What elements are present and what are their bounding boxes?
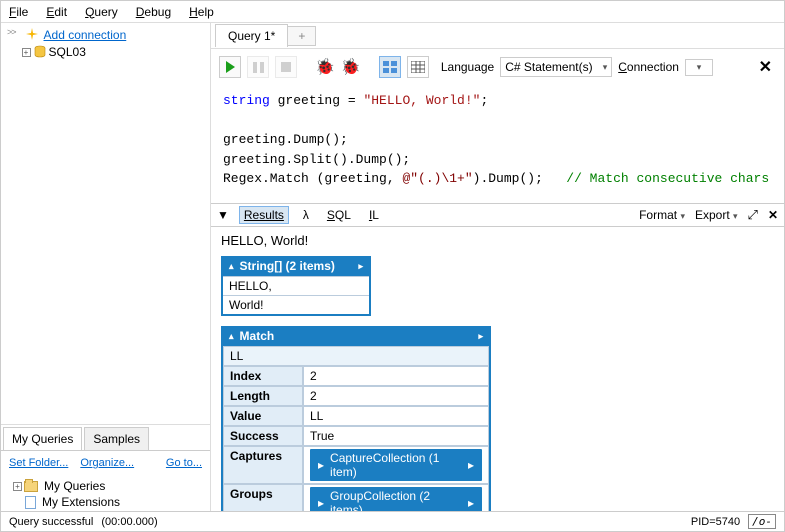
collapse-chevrons-icon[interactable]: >>	[5, 27, 18, 37]
chevron-down-icon: ▾	[697, 62, 702, 73]
add-connection-link[interactable]: Add connection	[44, 28, 127, 42]
menu-debug[interactable]: Debug	[134, 3, 173, 21]
match-val: ▸GroupCollection (2 items)▸	[303, 484, 489, 511]
language-select[interactable]: C# Statement(s) ▾	[500, 57, 612, 77]
il-tab[interactable]: IL	[365, 207, 383, 223]
menu-bar: File Edit Query Debug Help	[1, 1, 784, 23]
expand-icon[interactable]: +	[13, 482, 22, 491]
status-optimize[interactable]: /o-	[748, 514, 776, 529]
bug-blue-icon[interactable]: 🐞	[341, 57, 361, 77]
match-key: Index	[223, 366, 303, 386]
folder-icon	[24, 481, 38, 492]
group-collection-link[interactable]: ▸GroupCollection (2 items)▸	[310, 487, 482, 511]
query-tabs: Query 1* +	[211, 23, 784, 49]
toolbar: 🐞 🐞 Language C# Statement(s) ▾ Connectio…	[211, 49, 784, 85]
tree-my-queries[interactable]: + My Queries	[13, 479, 202, 493]
status-time: (00:00.000)	[101, 516, 157, 528]
query-tab-1[interactable]: Query 1*	[215, 24, 288, 47]
match-key: Success	[223, 426, 303, 446]
language-label: Language	[441, 60, 494, 74]
string-array-header[interactable]: ▴ String[] (2 items) ▸	[221, 256, 371, 276]
match-val: LL	[303, 406, 489, 426]
collapse-results-icon[interactable]: ▼	[217, 208, 229, 222]
menu-file[interactable]: File	[7, 3, 30, 21]
match-key: Value	[223, 406, 303, 426]
goto-link[interactable]: Go to...	[166, 457, 202, 469]
grid-view-icon	[411, 61, 425, 73]
results-tabbar: ▼ Results λ SQL IL Format ▾ Export ▾ ⤢ ✕	[211, 203, 784, 227]
results-pane: HELLO, World! ▴ String[] (2 items) ▸ HEL…	[211, 227, 784, 511]
right-panel: Query 1* + 🐞 🐞 Language C# Statement(s) …	[211, 23, 784, 511]
stop-button[interactable]	[275, 56, 297, 78]
string-item: HELLO,	[223, 276, 369, 295]
export-menu[interactable]: Export ▾	[695, 208, 738, 222]
status-bar: Query successful (00:00.000) PID=5740 /o…	[1, 511, 784, 531]
lambda-tab[interactable]: λ	[299, 207, 313, 223]
match-key: Groups	[223, 484, 303, 511]
stop-icon	[281, 62, 291, 72]
match-val: ▸CaptureCollection (1 item)▸	[303, 446, 489, 484]
set-folder-link[interactable]: Set Folder...	[9, 457, 68, 469]
db-name: SQL03	[49, 45, 86, 59]
tree-label: My Extensions	[42, 495, 120, 509]
chevron-right-icon: ▸	[478, 331, 483, 342]
view-grid-button[interactable]	[407, 56, 429, 78]
results-tab[interactable]: Results	[239, 206, 289, 224]
tab-my-queries[interactable]: My Queries	[3, 427, 82, 450]
organize-link[interactable]: Organize...	[80, 457, 134, 469]
language-value: C# Statement(s)	[505, 60, 592, 74]
document-icon	[25, 496, 36, 509]
pause-icon	[253, 62, 264, 73]
format-menu[interactable]: Format ▾	[639, 208, 685, 222]
menu-help[interactable]: Help	[187, 3, 216, 21]
play-icon	[226, 61, 235, 73]
connection-select[interactable]: ▾	[685, 59, 713, 76]
lower-tabs: My Queries Samples	[1, 425, 210, 451]
capture-collection-link[interactable]: ▸CaptureCollection (1 item)▸	[310, 449, 482, 481]
dump-greeting: HELLO, World!	[221, 233, 774, 248]
match-key: Captures	[223, 446, 303, 484]
sql-tab[interactable]: SQL	[323, 207, 355, 223]
menu-edit[interactable]: Edit	[44, 3, 69, 21]
match-tostring: LL	[223, 346, 489, 366]
close-button[interactable]: ✕	[759, 57, 772, 77]
status-pid: PID=5740	[691, 516, 740, 528]
left-panel: >> Add connection + SQL03	[1, 23, 211, 511]
collapse-icon: ▴	[229, 331, 234, 342]
close-results-button[interactable]: ✕	[768, 208, 778, 222]
tree-label: My Queries	[44, 479, 105, 493]
connection-label: Connection	[618, 60, 679, 74]
menu-query[interactable]: Query	[83, 3, 120, 21]
sparkle-icon	[24, 27, 40, 43]
rich-view-icon	[383, 61, 397, 73]
expand-icon[interactable]: +	[22, 48, 31, 57]
view-rich-button[interactable]	[379, 56, 401, 78]
bug-red-icon[interactable]: 🐞	[315, 57, 335, 77]
match-val: 2	[303, 386, 489, 406]
connections-pane: >> Add connection + SQL03	[1, 23, 210, 425]
status-text: Query successful	[9, 516, 93, 528]
collapse-icon: ▴	[229, 261, 234, 272]
string-item: World!	[223, 295, 369, 314]
match-header[interactable]: ▴ Match ▸	[221, 326, 491, 346]
tree-my-extensions[interactable]: My Extensions	[25, 495, 202, 509]
database-icon	[33, 45, 47, 59]
add-tab-button[interactable]: +	[288, 26, 316, 46]
run-button[interactable]	[219, 56, 241, 78]
db-tree-item[interactable]: + SQL03	[22, 45, 206, 59]
pause-button[interactable]	[247, 56, 269, 78]
match-val: True	[303, 426, 489, 446]
code-editor[interactable]: string greeting = "HELLO, World!"; greet…	[211, 85, 784, 203]
match-val: 2	[303, 366, 489, 386]
match-key: Length	[223, 386, 303, 406]
tab-samples[interactable]: Samples	[84, 427, 149, 451]
chevron-right-icon: ▸	[358, 261, 363, 272]
expand-icon[interactable]: ⤢	[748, 207, 758, 223]
chevron-down-icon: ▾	[603, 62, 608, 73]
